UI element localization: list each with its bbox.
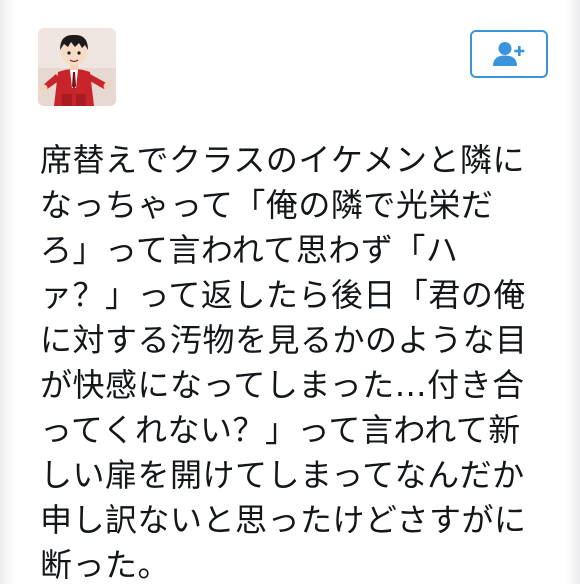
tweet-line: ァ？」って返したら後日「君の俺 [40, 276, 526, 314]
follow-button[interactable] [470, 30, 548, 78]
tweet-line: しい扉を開けてしまってなんだか [40, 456, 525, 494]
avatar-image [38, 28, 116, 106]
tweet-line: 申し訳ないと思ったけどさすがに [40, 501, 527, 539]
tweet-text: 席替えでクラスのイケメンと隣に なっちゃって「俺の隣で光栄だ ろ」って言われて思… [40, 138, 540, 584]
avatar[interactable] [38, 28, 116, 106]
tweet-line: ってくれない？」って言われて新 [40, 411, 521, 449]
tweet-line: 席替えでクラスのイケメンと隣に [40, 141, 525, 179]
tweet-line: 断った。 [40, 546, 171, 584]
tweet-line: が快感になってしまった…付き合 [40, 366, 525, 404]
tweet-line: に対する汚物を見るかのような目 [40, 321, 528, 359]
tweet-line: なっちゃって「俺の隣で光栄だ [40, 186, 494, 224]
tweet-card: 席替えでクラスのイケメンと隣に なっちゃって「俺の隣で光栄だ ろ」って言われて思… [0, 0, 580, 584]
follow-user-plus-icon [493, 42, 525, 66]
left-shadow-edge [0, 0, 14, 584]
tweet-line: ろ」って言われて思わず「ハ [40, 231, 459, 269]
right-shadow-edge [566, 0, 580, 584]
